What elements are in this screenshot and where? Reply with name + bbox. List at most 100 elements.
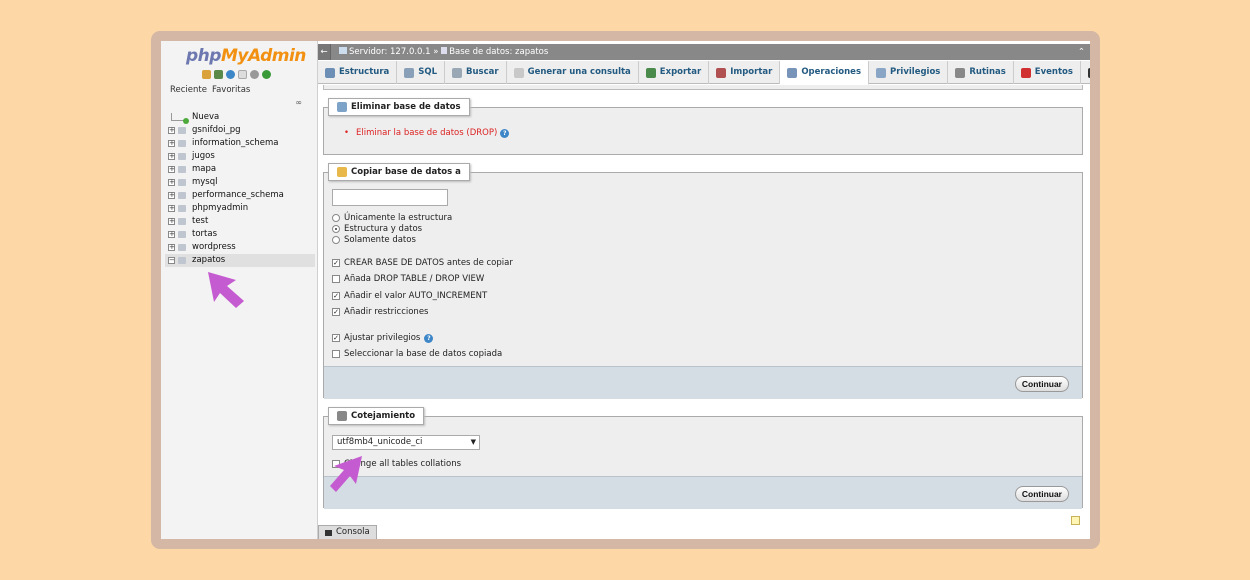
copy-option-checkbox[interactable]: ✓ [332, 259, 340, 267]
tree-item-phpmyadmin[interactable]: + phpmyadmin [165, 202, 315, 215]
help-icon[interactable] [226, 70, 235, 79]
copy-mode-radio[interactable] [332, 236, 340, 244]
tree-item-zapatos[interactable]: − zapatos [165, 254, 315, 267]
link-icon[interactable]: ∞ [295, 98, 302, 107]
tree-item-label: mysql [192, 177, 218, 187]
tree-item-gsnifdoi-pg[interactable]: + gsnifdoi_pg [165, 124, 315, 137]
expand-icon[interactable]: + [168, 192, 175, 199]
tree-item-label: information_schema [192, 138, 279, 148]
home-icon[interactable] [202, 70, 211, 79]
tree-item-mapa[interactable]: + mapa [165, 163, 315, 176]
tree-item-label: tortas [192, 229, 217, 239]
copy-option[interactable]: ✓ Añadir el valor AUTO_INCREMENT [332, 291, 487, 301]
export-icon [645, 67, 656, 78]
copy-mode-option[interactable]: Estructura y datos [332, 224, 422, 234]
collapse-icon[interactable]: − [168, 257, 175, 264]
reload-icon[interactable] [262, 70, 271, 79]
drop-database-icon [337, 102, 347, 112]
maximize-icon[interactable]: ⌃ [1078, 44, 1085, 60]
expand-icon[interactable]: + [168, 205, 175, 212]
tab-sql[interactable]: SQL [397, 61, 446, 84]
copy-mode-radio[interactable] [332, 225, 340, 233]
collation-continue-button[interactable]: Continuar [1014, 486, 1069, 502]
database-icon [178, 257, 186, 264]
tree-item-performance-schema[interactable]: + performance_schema [165, 189, 315, 202]
tab-eventos[interactable]: Eventos [1014, 61, 1081, 84]
help-icon[interactable]: ? [424, 333, 434, 343]
collation-icon [337, 411, 347, 421]
copy-option-checkbox[interactable] [332, 275, 340, 283]
tree-item-nueva[interactable]: Nueva [165, 111, 315, 124]
breadcrumb-server[interactable]: Servidor: 127.0.0.1 [349, 47, 431, 57]
drop-database-legend: Eliminar base de datos [328, 98, 470, 116]
expand-icon[interactable]: + [168, 127, 175, 134]
expand-icon[interactable]: + [168, 244, 175, 251]
tab-recent[interactable]: Reciente [170, 85, 207, 95]
copy-option-checkbox[interactable]: ✓ [332, 308, 340, 316]
collation-fieldset: Cotejamiento utf8mb4_unicode_ci ▼ Change… [323, 407, 1083, 509]
tab-favorites[interactable]: Favoritas [212, 85, 250, 95]
tab-estructura[interactable]: Estructura [318, 61, 398, 84]
expand-icon[interactable]: + [168, 166, 175, 173]
pointer-arrow-collation [330, 456, 362, 492]
copy-option[interactable]: ✓ CREAR BASE DE DATOS antes de copiar [332, 258, 513, 268]
database-icon [178, 231, 186, 238]
tab-operaciones[interactable]: Operaciones [780, 61, 869, 85]
tree-item-label: test [192, 216, 209, 226]
adjust-privileges-option[interactable]: ✓ Ajustar privilegios? [332, 333, 434, 343]
copy-mode-option[interactable]: Únicamente la estructura [332, 213, 452, 223]
database-icon [441, 47, 448, 54]
tree-item-jugos[interactable]: + jugos [165, 150, 315, 163]
adjust-privileges-checkbox[interactable]: ✓ [332, 334, 340, 342]
tree-item-label: gsnifdoi_pg [192, 125, 241, 135]
copy-option[interactable]: Añada DROP TABLE / DROP VIEW [332, 274, 484, 284]
structure-icon [325, 67, 335, 78]
drop-database-link[interactable]: Eliminar la base de datos (DROP) ? [344, 128, 510, 138]
copy-mode-radio[interactable] [332, 214, 340, 222]
tree-item-wordpress[interactable]: + wordpress [165, 241, 315, 254]
switch-to-copied-db-checkbox[interactable] [332, 350, 340, 358]
tree-item-test[interactable]: + test [165, 215, 315, 228]
clock-icon [1020, 67, 1031, 78]
tab-privilegios[interactable]: Privilegios [869, 61, 949, 84]
tree-item-label: performance_schema [192, 190, 284, 200]
phpmyadmin-logo[interactable]: phpMyAdmin [186, 46, 306, 66]
breadcrumb-database[interactable]: Base de datos: zapatos [449, 47, 548, 57]
copy-option[interactable]: ✓ Añadir restricciones [332, 307, 428, 317]
expand-icon[interactable]: + [168, 179, 175, 186]
nav-icon-row [202, 70, 271, 79]
help-icon[interactable]: ? [500, 128, 510, 138]
expand-icon[interactable]: + [168, 231, 175, 238]
switch-to-copied-db-option[interactable]: Seleccionar la base de datos copiada [332, 349, 502, 359]
tree-item-label: zapatos [192, 255, 226, 265]
tree-item-label: wordpress [192, 242, 236, 252]
tab-rutinas[interactable]: Rutinas [948, 61, 1014, 84]
collapse-nav-button[interactable]: ← [318, 44, 331, 60]
query-icon [513, 67, 524, 78]
gear-icon[interactable] [250, 70, 259, 79]
copy-option-checkbox[interactable]: ✓ [332, 292, 340, 300]
tab-importar[interactable]: Importar [709, 61, 781, 84]
tab-exportar[interactable]: Exportar [639, 61, 710, 84]
copy-mode-option[interactable]: Solamente datos [332, 235, 416, 245]
database-icon [178, 244, 186, 251]
tree-item-information-schema[interactable]: + information_schema [165, 137, 315, 150]
logout-icon[interactable] [214, 70, 223, 79]
tab-buscar[interactable]: Buscar [445, 61, 507, 84]
tab-más[interactable]: Más [1081, 61, 1090, 84]
tree-item-tortas[interactable]: + tortas [165, 228, 315, 241]
copy-database-name-input[interactable] [332, 189, 448, 206]
notes-icon[interactable] [1071, 516, 1080, 525]
tree-item-label: jugos [192, 151, 215, 161]
expand-icon[interactable]: + [168, 218, 175, 225]
collation-select[interactable]: utf8mb4_unicode_ci ▼ [332, 435, 480, 450]
tab-generar-una-consulta[interactable]: Generar una consulta [507, 61, 639, 84]
tree-item-label: Nueva [192, 112, 220, 122]
copy-continue-button[interactable]: Continuar [1014, 376, 1069, 392]
expand-icon[interactable]: + [168, 140, 175, 147]
docs-icon[interactable] [238, 70, 247, 79]
expand-icon[interactable]: + [168, 153, 175, 160]
tree-item-mysql[interactable]: + mysql [165, 176, 315, 189]
chevron-down-icon [1087, 67, 1090, 78]
console-tab[interactable]: Consola [318, 525, 377, 539]
